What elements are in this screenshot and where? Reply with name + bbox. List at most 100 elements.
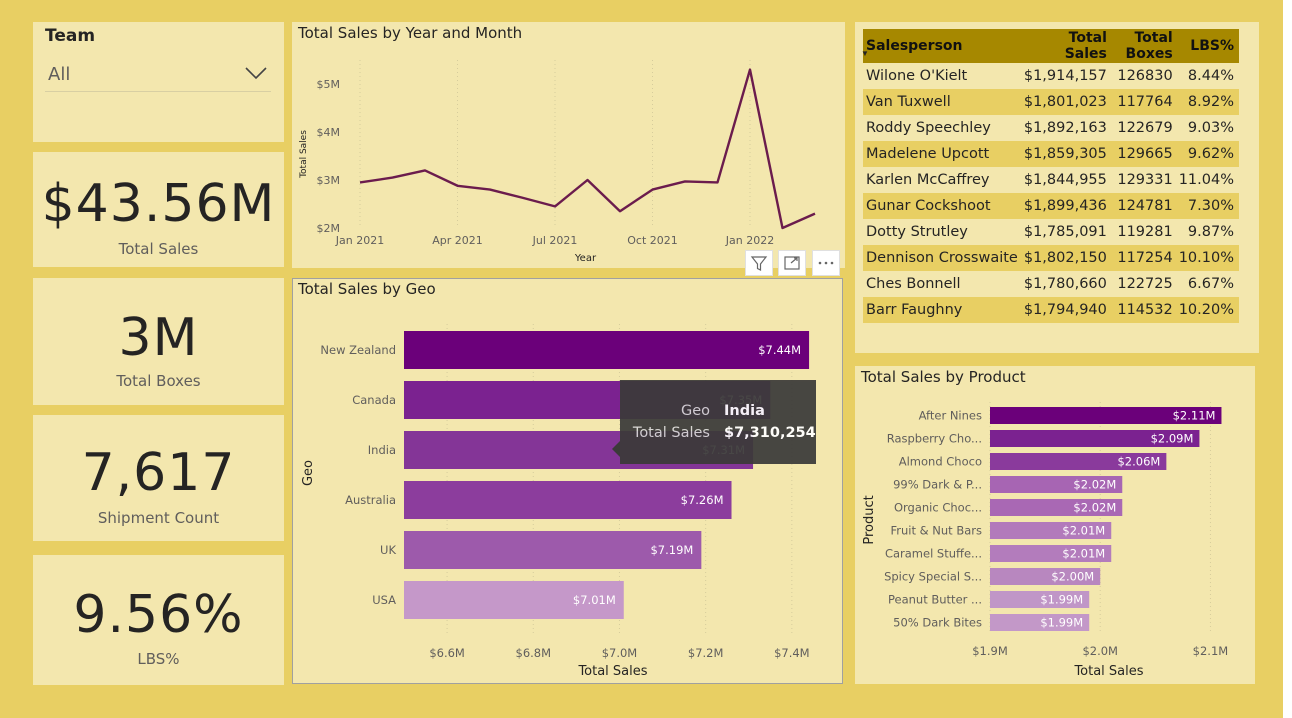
cell-lbs: 9.62% bbox=[1175, 141, 1239, 167]
table-row[interactable]: Van Tuxwell $1,801,023 117764 8.92% bbox=[863, 89, 1239, 115]
table-row[interactable]: Dennison Crosswaite $1,802,150 117254 10.10… bbox=[863, 245, 1239, 271]
cell-total-boxes: 122725 bbox=[1109, 271, 1176, 297]
chevron-down-icon bbox=[245, 67, 267, 80]
sort-descending-icon[interactable]: ▼ bbox=[861, 49, 869, 58]
table-row[interactable]: Gunar Cockshoot $1,899,436 124781 7.30% bbox=[863, 193, 1239, 219]
cell-total-boxes: 129331 bbox=[1109, 167, 1176, 193]
tooltip-value: $7,310,254 bbox=[724, 425, 816, 441]
col-header-salesperson[interactable]: Salesperson bbox=[863, 29, 1021, 63]
x-axis-title: Total Sales bbox=[1073, 664, 1143, 679]
cell-total-sales: $1,785,091 bbox=[1020, 219, 1110, 245]
filter-icon[interactable] bbox=[745, 250, 773, 276]
kpi-shipment-count: 7,617 Shipment Count bbox=[33, 415, 284, 541]
tooltip: Geo India Total Sales $7,310,254 bbox=[620, 380, 816, 464]
cell-total-sales: $1,844,955 bbox=[1020, 167, 1110, 193]
category-label: Raspberry Cho... bbox=[887, 432, 982, 446]
cell-salesperson: Barr Faughny bbox=[863, 297, 1021, 323]
product-chart-card[interactable]: Total Sales by Product $1.9M $2.0M $2.1M To… bbox=[855, 366, 1255, 684]
x-tick-label: Jan 2022 bbox=[725, 234, 774, 247]
tooltip-key: Total Sales bbox=[632, 425, 710, 441]
team-dropdown[interactable]: All bbox=[45, 58, 271, 92]
geo-bar-chart: $6.6M $6.8M $7.0M $7.2M $7.4M Total Sales Geo N… bbox=[301, 324, 810, 679]
focus-mode-icon[interactable] bbox=[778, 250, 806, 276]
kpi-label: Shipment Count bbox=[97, 509, 220, 527]
kpi-label: LBS% bbox=[137, 650, 180, 668]
data-label: $7.26M bbox=[681, 493, 724, 507]
table-row[interactable]: Madelene Upcott $1,859,305 129665 9.62% bbox=[863, 141, 1239, 167]
category-label: Caramel Stuffe... bbox=[885, 547, 982, 561]
x-tick-label: $2.0M bbox=[1082, 644, 1118, 658]
kpi-label: Total Sales bbox=[118, 240, 199, 258]
x-tick-label: $2.1M bbox=[1193, 644, 1229, 658]
cell-total-boxes: 129665 bbox=[1109, 141, 1176, 167]
category-label: Organic Choc... bbox=[894, 501, 982, 515]
cell-salesperson: Roddy Speechley bbox=[863, 115, 1021, 141]
report-canvas: Team All $43.56M Total Sales 3M Total Bo… bbox=[0, 0, 1283, 718]
table-row[interactable]: Karlen McCaffrey $1,844,955 129331 11.04% bbox=[863, 167, 1239, 193]
tooltip-key: Geo bbox=[680, 403, 710, 419]
kpi-value: 7,617 bbox=[81, 443, 236, 503]
category-label: After Nines bbox=[919, 409, 982, 423]
col-header-total-sales[interactable]: Total Sales bbox=[1020, 29, 1110, 63]
category-label: Peanut Butter ... bbox=[888, 593, 982, 607]
line-chart-card[interactable]: Total Sales by Year and Month $2M $3M $4M $… bbox=[292, 22, 845, 268]
category-label: Spicy Special S... bbox=[884, 570, 982, 584]
x-tick-label: $7.0M bbox=[602, 646, 638, 660]
cell-total-sales: $1,899,436 bbox=[1020, 193, 1110, 219]
cell-total-sales: $1,801,023 bbox=[1020, 89, 1110, 115]
cell-total-sales: $1,780,660 bbox=[1020, 271, 1110, 297]
geo-chart-card[interactable]: Total Sales by Geo $6.6M $6.8M $7.0M $7.2M $… bbox=[292, 278, 843, 684]
data-label: $2.01M bbox=[1062, 547, 1105, 561]
cell-lbs: 10.10% bbox=[1175, 245, 1239, 271]
x-axis-title: Year bbox=[574, 253, 597, 264]
cell-lbs: 8.92% bbox=[1175, 89, 1239, 115]
table-row[interactable]: Dotty Strutley $1,785,091 119281 9.87% bbox=[863, 219, 1239, 245]
cell-total-boxes: 114532 bbox=[1109, 297, 1176, 323]
cell-total-boxes: 126830 bbox=[1109, 63, 1176, 89]
table-row[interactable]: Barr Faughny $1,794,940 114532 10.20% bbox=[863, 297, 1239, 323]
cell-salesperson: Ches Bonnell bbox=[863, 271, 1021, 297]
table-row[interactable]: Wilone O'Kielt $1,914,157 126830 8.44% bbox=[863, 63, 1239, 89]
cell-salesperson: Madelene Upcott bbox=[863, 141, 1021, 167]
x-tick-label: $6.6M bbox=[429, 646, 465, 660]
col-header-lbs[interactable]: LBS% bbox=[1175, 29, 1239, 63]
category-label: 99% Dark & P... bbox=[893, 478, 982, 492]
kpi-value: 9.56% bbox=[73, 585, 244, 645]
kpi-lbs-percent: 9.56% LBS% bbox=[33, 555, 284, 685]
category-label: 50% Dark Bites bbox=[893, 616, 982, 630]
cell-salesperson: Van Tuxwell bbox=[863, 89, 1021, 115]
data-label: $2.02M bbox=[1073, 501, 1116, 515]
x-tick-label: Oct 2021 bbox=[627, 234, 678, 247]
y-tick-label: $3M bbox=[317, 174, 341, 187]
data-label: $1.99M bbox=[1040, 593, 1083, 607]
table-header-row: Salesperson Total Sales Total Boxes LBS% bbox=[863, 29, 1239, 63]
category-label: India bbox=[368, 443, 396, 457]
cell-total-boxes: 117764 bbox=[1109, 89, 1176, 115]
salesperson-table-card[interactable]: Salesperson Total Sales Total Boxes LBS%… bbox=[855, 22, 1259, 353]
kpi-value: $43.56M bbox=[41, 174, 276, 234]
product-bar-chart: $1.9M $2.0M $2.1M Total Sales Product After N… bbox=[862, 402, 1229, 679]
x-tick-label: $6.8M bbox=[516, 646, 552, 660]
cell-total-boxes: 122679 bbox=[1109, 115, 1176, 141]
cell-salesperson: Karlen McCaffrey bbox=[863, 167, 1021, 193]
x-tick-label: Jul 2021 bbox=[532, 234, 578, 247]
kpi-value: 3M bbox=[118, 308, 199, 368]
cell-total-sales: $1,859,305 bbox=[1020, 141, 1110, 167]
more-options-icon[interactable] bbox=[812, 250, 840, 276]
table-row[interactable]: Roddy Speechley $1,892,163 122679 9.03% bbox=[863, 115, 1239, 141]
dropdown-value: All bbox=[48, 64, 71, 85]
x-tick-label: $7.2M bbox=[688, 646, 724, 660]
y-tick-label: $4M bbox=[317, 126, 341, 139]
kpi-label: Total Boxes bbox=[116, 372, 201, 390]
table-row[interactable]: Ches Bonnell $1,780,660 122725 6.67% bbox=[863, 271, 1239, 297]
cell-salesperson: Dennison Crosswaite bbox=[863, 245, 1021, 271]
sales-line bbox=[359, 68, 816, 230]
x-axis-title: Total Sales bbox=[577, 664, 647, 679]
cell-total-boxes: 117254 bbox=[1109, 245, 1176, 271]
data-label: $2.06M bbox=[1117, 455, 1160, 469]
category-label: Canada bbox=[352, 393, 396, 407]
data-label: $7.19M bbox=[650, 543, 693, 557]
cell-total-sales: $1,892,163 bbox=[1020, 115, 1110, 141]
col-header-total-boxes[interactable]: Total Boxes bbox=[1109, 29, 1176, 63]
cell-lbs: 11.04% bbox=[1175, 167, 1239, 193]
